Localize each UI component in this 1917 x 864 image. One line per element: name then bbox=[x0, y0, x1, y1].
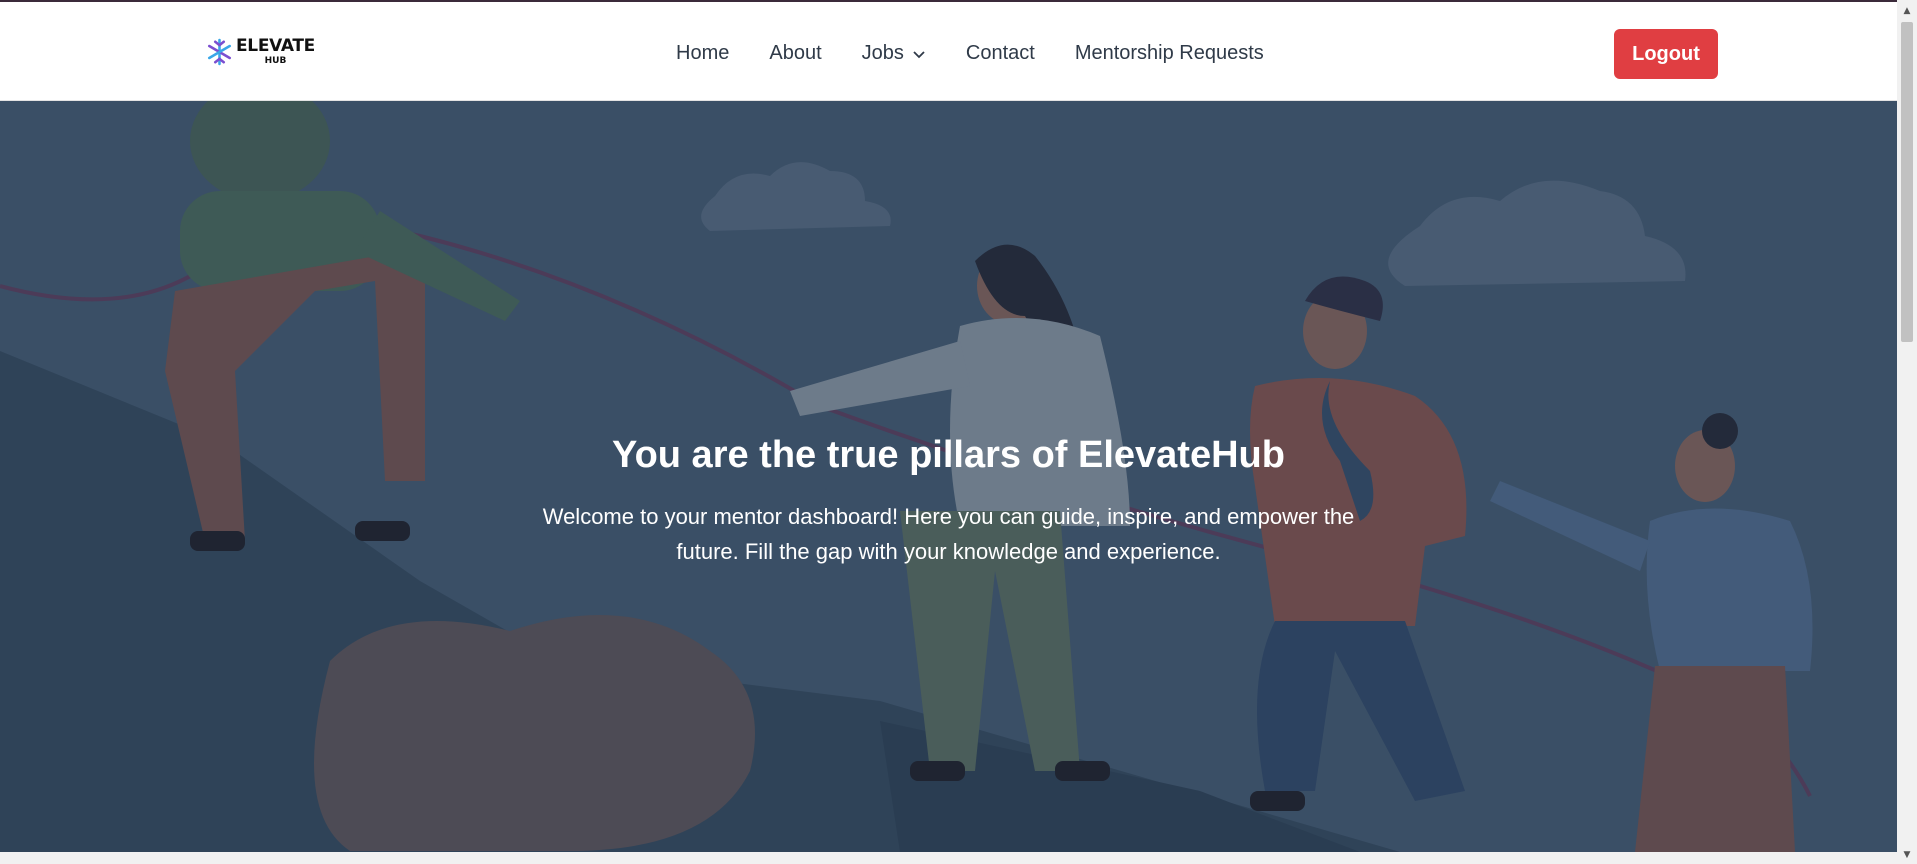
vertical-scrollbar[interactable]: ▲ ▼ bbox=[1897, 0, 1917, 864]
scroll-thumb[interactable] bbox=[1901, 22, 1913, 342]
brand-logo[interactable]: ELEVATE HUB bbox=[205, 30, 315, 74]
nav-jobs-dropdown[interactable]: Jobs bbox=[862, 42, 926, 65]
chevron-down-icon bbox=[913, 50, 925, 58]
nav-jobs-label: Jobs bbox=[861, 42, 904, 64]
main-nav: Home About Jobs Contact Mentorship Reque… bbox=[676, 42, 1264, 65]
navbar: ELEVATE HUB Home About Jobs Contact Ment… bbox=[0, 2, 1897, 101]
hero-section: You are the true pillars of ElevateHub W… bbox=[0, 101, 1897, 852]
snowflake-logo-icon bbox=[207, 38, 232, 66]
nav-contact-label: Contact bbox=[965, 42, 1035, 64]
nav-about-label: About bbox=[769, 42, 822, 64]
nav-about-link[interactable]: About bbox=[769, 42, 821, 65]
logout-button[interactable]: Logout bbox=[1614, 29, 1718, 79]
nav-mentorship-requests-label: Mentorship Requests bbox=[1074, 42, 1264, 64]
hero-description: Welcome to your mentor dashboard! Here y… bbox=[542, 504, 1355, 564]
nav-home-label: Home bbox=[676, 42, 730, 64]
scroll-down-arrow-icon[interactable]: ▼ bbox=[1897, 846, 1917, 864]
page-bottom-strip bbox=[0, 852, 1897, 864]
brand-subname: HUB bbox=[264, 56, 287, 66]
nav-mentorship-requests-link[interactable]: Mentorship Requests bbox=[1075, 42, 1264, 65]
brand-name: ELEVATE bbox=[235, 36, 315, 56]
scroll-up-arrow-icon[interactable]: ▲ bbox=[1897, 2, 1917, 20]
nav-home-link[interactable]: Home bbox=[676, 42, 729, 65]
nav-contact-link[interactable]: Contact bbox=[966, 42, 1035, 65]
hero-title: You are the true pillars of ElevateHub bbox=[612, 434, 1285, 477]
